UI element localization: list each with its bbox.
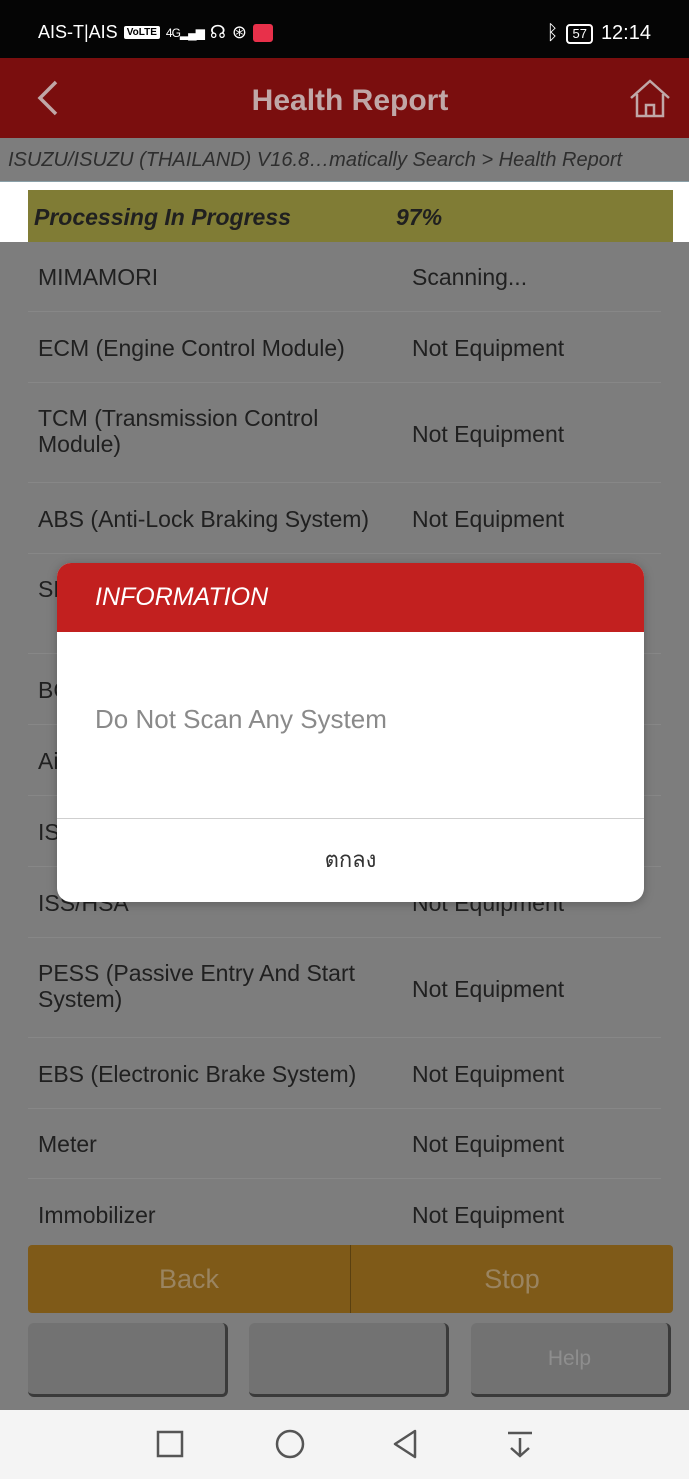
bottom-controls: Back Stop Help: [0, 1245, 689, 1410]
secondary-button-1[interactable]: [28, 1323, 228, 1397]
status-bar-left: AIS-T|AIS VoLTE 4G▂▄▆ ☊ ⊛: [38, 22, 273, 43]
system-row-mimamori[interactable]: MIMAMORI Scanning...: [28, 242, 661, 312]
status-bar: AIS-T|AIS VoLTE 4G▂▄▆ ☊ ⊛ ᛒ 57 12:14: [0, 0, 689, 58]
progress-banner: Processing In Progress 97%: [28, 190, 673, 242]
signal-icon: 4G▂▄▆: [165, 25, 205, 40]
app-notification-icon: [252, 23, 273, 42]
system-name: Meter: [38, 1131, 97, 1157]
app-header: Health Report: [0, 58, 689, 138]
stethoscope-icon: ☊: [209, 22, 226, 42]
clock: 12:14: [600, 22, 651, 44]
system-row-meter[interactable]: Meter Not Equipment: [28, 1109, 661, 1179]
system-status: Not Equipment: [412, 335, 565, 361]
dialog-ok-button[interactable]: ตกลง: [57, 819, 644, 902]
back-triangle-icon[interactable]: [385, 1424, 425, 1464]
action-bar: Back Stop: [28, 1245, 673, 1313]
system-name: Immobilizer: [38, 1202, 156, 1228]
breadcrumb: ISUZU/ISUZU (THAILAND) V16.8…matically S…: [0, 138, 689, 182]
information-dialog: INFORMATION Do Not Scan Any System ตกลง: [57, 563, 644, 902]
system-row-pess[interactable]: PESS (Passive Entry And Start System) No…: [28, 938, 661, 1038]
progress-percent: 97%: [396, 204, 443, 230]
system-row-tcm[interactable]: TCM (Transmission Control Module) Not Eq…: [28, 383, 661, 483]
system-name: EBS (Electronic Brake System): [38, 1061, 357, 1087]
system-name: ECM (Engine Control Module): [38, 335, 345, 361]
home-circle-icon[interactable]: [270, 1424, 310, 1464]
system-name: TCM (Transmission Control Module): [38, 405, 319, 457]
bluetooth-circle-icon: ⊛: [231, 22, 247, 42]
home-icon[interactable]: [627, 76, 673, 120]
secondary-button-2[interactable]: [249, 1323, 449, 1397]
help-button[interactable]: Help: [471, 1323, 671, 1397]
system-status: Scanning...: [412, 264, 528, 290]
system-row-ecm[interactable]: ECM (Engine Control Module) Not Equipmen…: [28, 312, 661, 383]
stop-button[interactable]: Stop: [351, 1245, 673, 1313]
carrier-label: AIS-T|AIS: [38, 22, 118, 42]
system-name: ABS (Anti-Lock Braking System): [38, 506, 370, 532]
system-status: Not Equipment: [412, 506, 565, 532]
system-nav-bar: [0, 1410, 689, 1479]
recents-square-icon[interactable]: [150, 1424, 190, 1464]
system-name: PESS (Passive Entry And Start System): [38, 960, 356, 1012]
system-row-immobilizer[interactable]: Immobilizer Not Equipment: [28, 1179, 661, 1245]
system-row-ebs[interactable]: EBS (Electronic Brake System) Not Equipm…: [28, 1038, 661, 1109]
system-status: Not Equipment: [412, 1131, 565, 1157]
system-status: Not Equipment: [412, 976, 565, 1002]
secondary-buttons: Help: [0, 1323, 689, 1403]
notification-pull-down-icon[interactable]: [500, 1424, 540, 1464]
system-status: Not Equipment: [412, 1202, 565, 1228]
system-row-abs[interactable]: ABS (Anti-Lock Braking System) Not Equip…: [28, 483, 661, 554]
dialog-title: INFORMATION: [57, 563, 644, 632]
back-button[interactable]: Back: [28, 1245, 350, 1313]
system-name: MIMAMORI: [38, 264, 159, 290]
progress-label: Processing In Progress: [34, 204, 291, 230]
dialog-message: Do Not Scan Any System: [57, 632, 644, 819]
system-status: Not Equipment: [412, 1061, 565, 1087]
battery-icon: 57: [566, 23, 593, 44]
page-title: Health Report: [251, 84, 449, 117]
volte-badge: VoLTE: [123, 26, 160, 39]
bluetooth-icon: ᛒ: [546, 22, 559, 44]
network-type: 4G: [165, 25, 181, 40]
status-bar-right: ᛒ 57 12:14: [546, 22, 651, 45]
system-status: Not Equipment: [412, 421, 565, 447]
